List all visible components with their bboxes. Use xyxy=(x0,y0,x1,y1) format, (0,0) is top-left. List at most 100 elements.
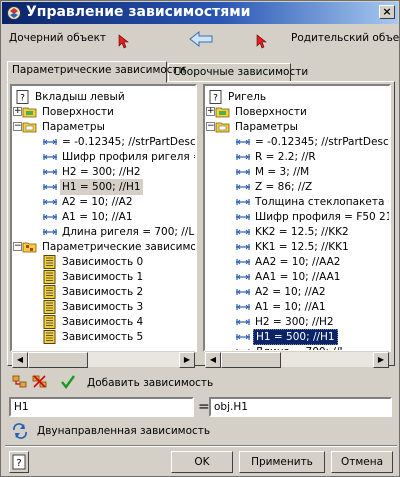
child-expression-field[interactable]: H1 xyxy=(9,397,194,417)
tab-assembly-dependencies[interactable]: Сборочные зависимости xyxy=(168,63,308,82)
remove-link-icon[interactable] xyxy=(31,373,49,391)
help-button[interactable]: ? xyxy=(9,451,29,473)
scroll-thumb[interactable] xyxy=(28,352,88,368)
tree-node-label: Z = 86; //Z xyxy=(255,181,313,193)
window-title: Управление зависимостями xyxy=(26,4,251,20)
tree-node-label: Параметры xyxy=(235,121,298,133)
link-direction-arrow-icon[interactable] xyxy=(189,30,213,48)
param-icon xyxy=(42,135,58,149)
scroll-left-button[interactable]: ◀ xyxy=(205,352,221,368)
folder-params-icon xyxy=(22,120,38,134)
folder-surfaces-icon xyxy=(215,105,231,119)
close-button[interactable]: × xyxy=(379,5,395,19)
parent-expression-field[interactable]: obj.H1 xyxy=(209,397,392,417)
param-icon xyxy=(235,255,251,269)
tree-node-label: AA1 = 10; //AA1 xyxy=(255,271,341,283)
scroll-right-button[interactable]: ▶ xyxy=(373,352,389,368)
parent-pick-cursor-icon[interactable] xyxy=(256,34,268,50)
tree-node-label: Поверхности xyxy=(235,106,307,118)
dependency-icon xyxy=(42,270,58,284)
parent-object-tree[interactable]: ? Ригель + Поверхности − Параметры = -0.12345;… xyxy=(203,84,391,352)
param-icon xyxy=(235,315,251,329)
expand-icon[interactable]: + xyxy=(206,107,215,116)
tree-node-label: Зависимость 1 xyxy=(62,271,144,283)
checkmark-icon[interactable] xyxy=(59,373,77,391)
param-icon xyxy=(42,195,58,209)
tree-node-label: = -0.12345; //strPartDescripti xyxy=(255,136,389,148)
tree-node-label: = -0.12345; //strPartDescripti xyxy=(62,136,196,148)
folder-surfaces-icon xyxy=(22,105,38,119)
scroll-thumb[interactable] xyxy=(221,352,281,368)
equals-sign: = xyxy=(198,399,210,415)
bidirectional-icon[interactable] xyxy=(11,422,29,440)
param-icon xyxy=(235,180,251,194)
tree-node-label: Параметрические зависимости xyxy=(42,241,197,253)
param-icon xyxy=(42,180,58,194)
folder-params-icon xyxy=(215,120,231,134)
tree-node-label: A2 = 10; //A2 xyxy=(62,196,133,208)
tree-node-label: Ригель xyxy=(228,91,267,103)
param-icon xyxy=(235,225,251,239)
ok-button[interactable]: OK xyxy=(171,451,233,473)
add-link-icon[interactable] xyxy=(11,373,29,391)
folder-deps-icon xyxy=(22,240,38,254)
tree-node-label: R = 2.2; //R xyxy=(255,151,316,163)
tree-node-label: H2 = 300; //H2 xyxy=(62,166,141,178)
tab-parametric-dependencies[interactable]: Параметрические зависимости xyxy=(7,61,186,83)
title-bar[interactable]: Управление зависимостями × xyxy=(2,2,398,24)
tree-node-label: KK1 = 12.5; //KK1 xyxy=(255,241,349,253)
svg-text:?: ? xyxy=(213,94,218,104)
parent-tree-scrollbar[interactable]: ◀ ▶ xyxy=(205,351,389,368)
bidirectional-label[interactable]: Двунаправленная зависимость xyxy=(37,425,210,437)
param-icon xyxy=(42,165,58,179)
dependency-icon xyxy=(42,300,58,314)
tree-node-label: Шифр профиля = F50 21086; xyxy=(255,211,389,223)
child-tree-scrollbar[interactable]: ◀ ▶ xyxy=(12,351,195,368)
child-object-label: Дочерний объект xyxy=(9,32,107,44)
param-icon xyxy=(42,150,58,164)
parent-object-label: Родительский объект xyxy=(291,32,400,44)
tree-node-label: H1 = 500; //H1 xyxy=(60,179,143,195)
dependency-icon xyxy=(42,315,58,329)
child-pick-cursor-icon[interactable] xyxy=(118,34,130,50)
scroll-right-button[interactable]: ▶ xyxy=(179,352,195,368)
tree-node-label: KK2 = 12.5; //KK2 xyxy=(255,226,349,238)
help-icon: ? xyxy=(15,90,31,104)
help-icon: ? xyxy=(208,90,224,104)
tree-node-label: Длина ригеля = 700; //L xyxy=(62,226,195,238)
param-icon xyxy=(235,240,251,254)
apply-button[interactable]: Применить xyxy=(239,451,325,473)
tab-label: Параметрические зависимости xyxy=(12,64,186,76)
tree-node-label: A2 = 10; //A2 xyxy=(255,286,326,298)
dependency-icon xyxy=(42,330,58,344)
scroll-left-button[interactable]: ◀ xyxy=(12,352,28,368)
add-dependency-label[interactable]: Добавить зависимость xyxy=(87,377,213,389)
param-icon xyxy=(235,330,251,344)
collapse-icon[interactable]: − xyxy=(206,122,215,131)
dependency-icon xyxy=(42,255,58,269)
svg-text:?: ? xyxy=(16,458,21,469)
tree-node-label: A1 = 10; //A1 xyxy=(62,211,133,223)
collapse-icon[interactable]: − xyxy=(13,122,22,131)
tree-node-label: Толщина стеклопакета = 24 xyxy=(255,196,389,208)
param-icon xyxy=(235,150,251,164)
child-object-tree[interactable]: ? Вкладыш левый + Поверхности − Параметры = -0… xyxy=(10,84,197,352)
dependency-manager-dialog: Управление зависимостями × Дочерний объе… xyxy=(0,0,400,477)
tree-node-label: Параметры xyxy=(42,121,105,133)
expand-icon[interactable]: + xyxy=(13,107,22,116)
param-icon xyxy=(235,135,251,149)
tree-node-label: Зависимость 2 xyxy=(62,286,144,298)
svg-text:?: ? xyxy=(20,94,25,104)
help-icon: ? xyxy=(12,454,26,470)
param-icon xyxy=(235,300,251,314)
param-icon xyxy=(235,285,251,299)
collapse-icon[interactable]: − xyxy=(13,242,22,251)
tree-node-label: Вкладыш левый xyxy=(35,91,125,103)
cancel-button[interactable]: Отмена xyxy=(331,451,393,473)
tree-node-label: Поверхности xyxy=(42,106,114,118)
tree-node-label: H2 = 300; //H2 xyxy=(255,316,334,328)
tree-node-label: Зависимость 3 xyxy=(62,301,144,313)
param-icon xyxy=(235,210,251,224)
tree-node-label: Зависимость 4 xyxy=(62,316,144,328)
tree-node-label: Шифр профиля ригеля = F50 xyxy=(62,151,195,163)
